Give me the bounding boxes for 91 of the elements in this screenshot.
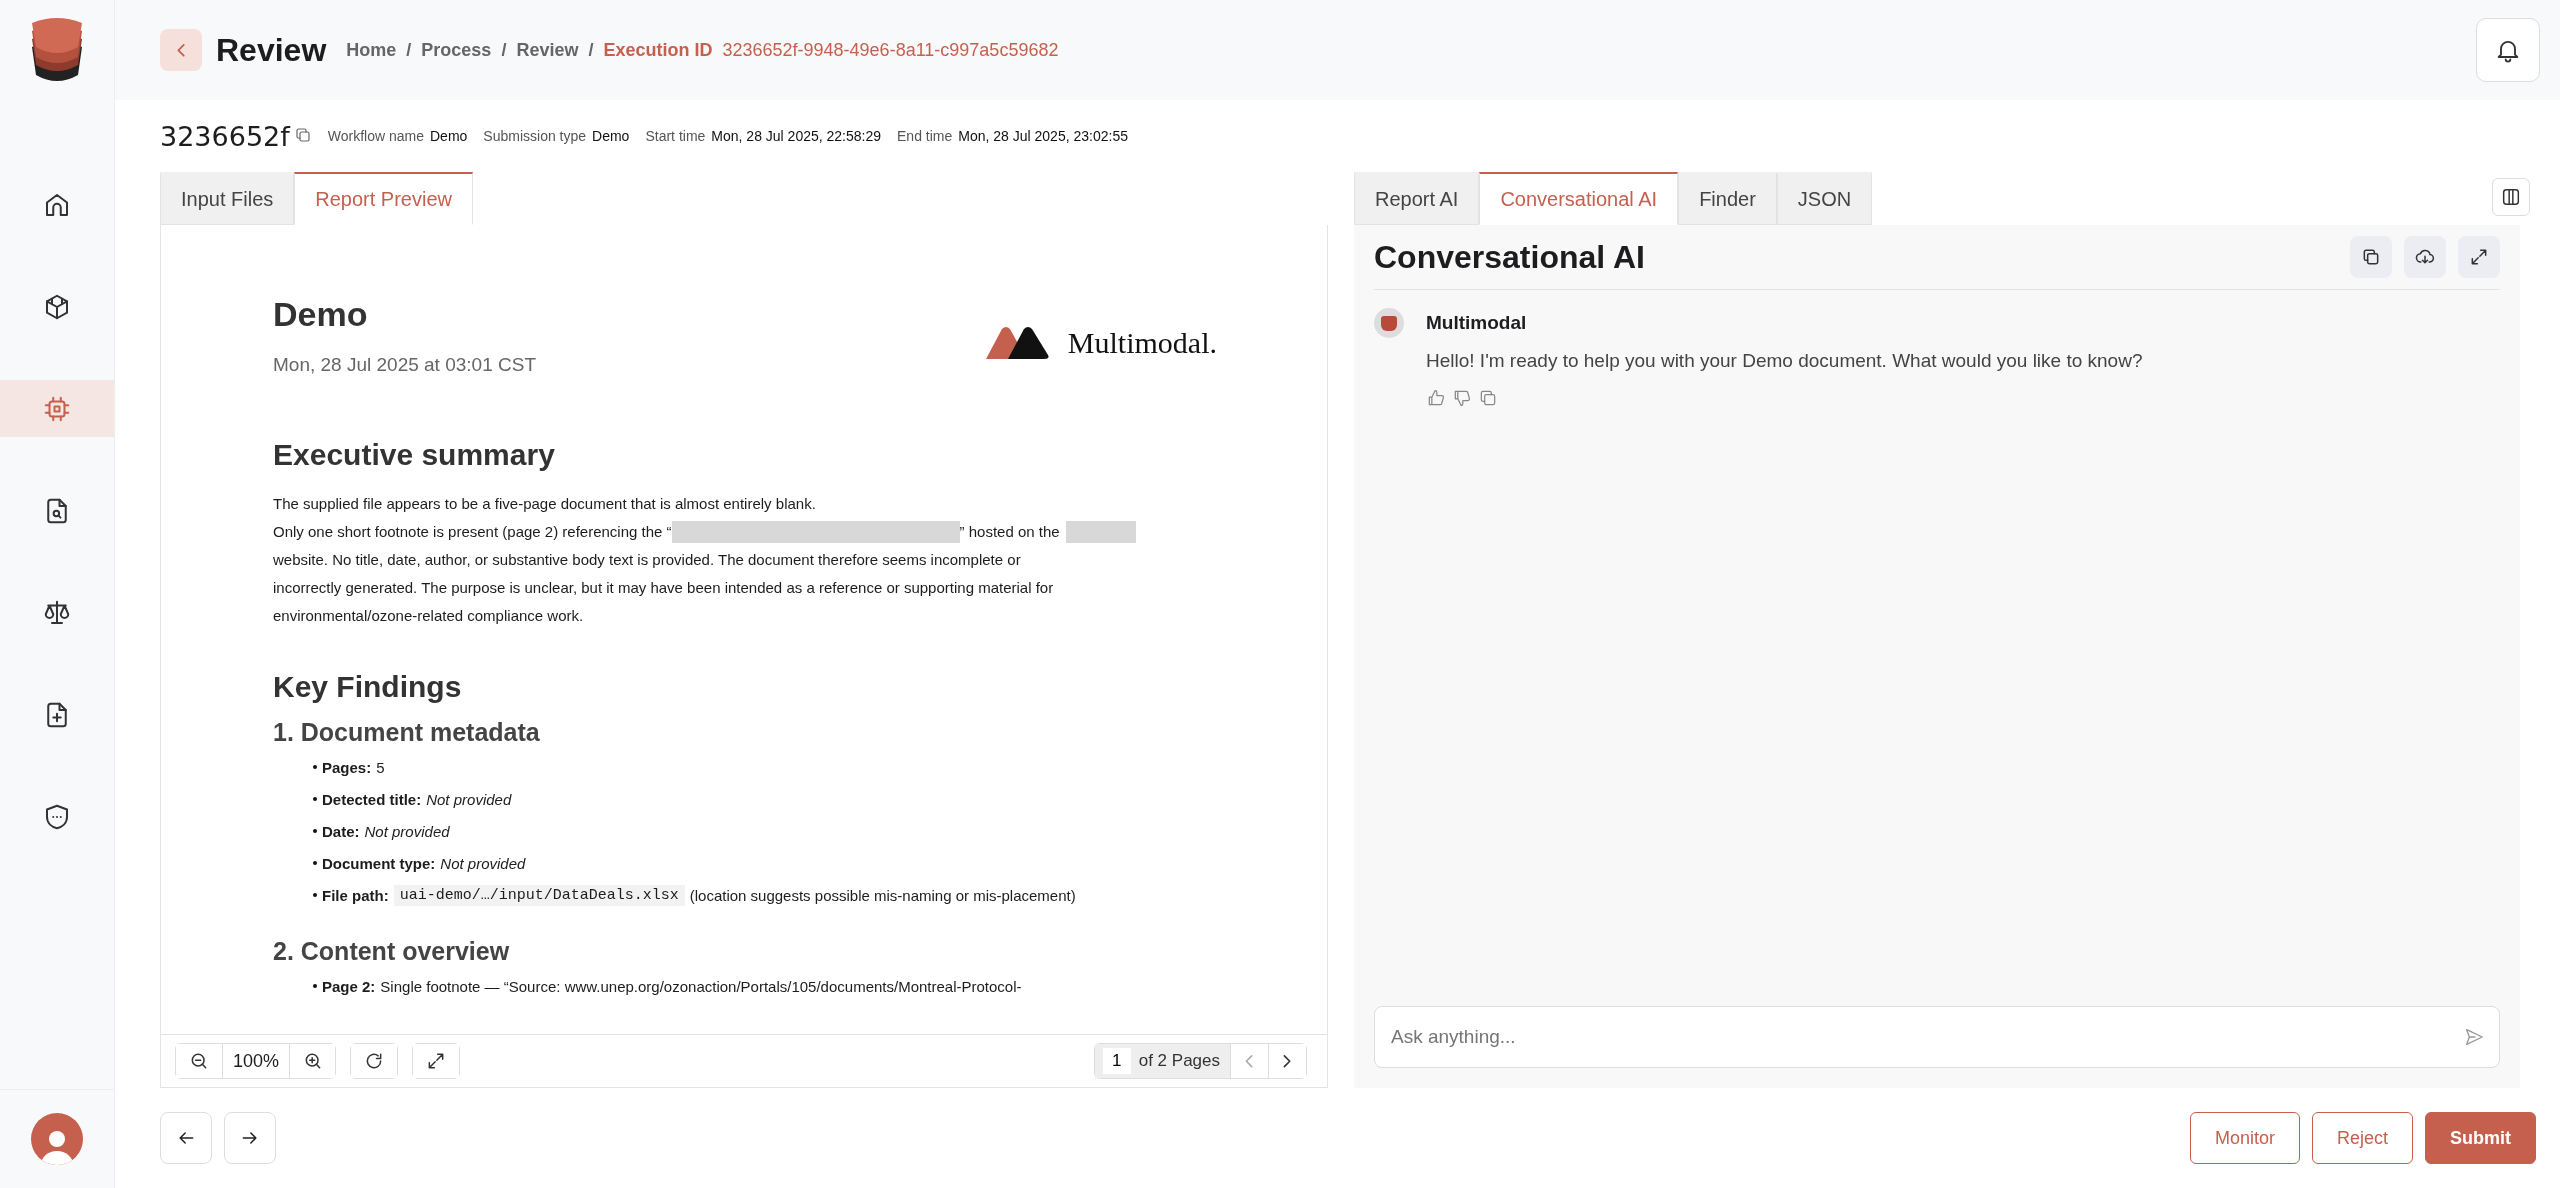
- paragraph-text: website. No title, date, author, or substantive body text is provided. The document therefore seems incomplete or: [273, 550, 1021, 570]
- bullet-dot: [313, 984, 317, 988]
- bullet-dot: [313, 797, 317, 801]
- paragraph-text: The supplied file appears to be a five-page document that is almost entirely blank.: [273, 494, 816, 514]
- field-value: Not provided: [426, 790, 512, 808]
- redaction-block: [1065, 521, 1136, 543]
- chat-input[interactable]: Ask anything...: [1389, 1025, 2463, 1049]
- meta-label: Start time: [645, 128, 706, 144]
- field-value: Not provided: [364, 822, 450, 840]
- page-number-field[interactable]: 1: [1102, 1048, 1131, 1074]
- breadcrumb-label: Execution ID: [603, 39, 713, 61]
- send-button[interactable]: [2463, 1026, 2485, 1048]
- field-value: 5: [376, 758, 385, 776]
- breadcrumb-separator: /: [501, 39, 507, 61]
- paragraph-text: Only one short footnote is present (page 2) referencing the “: [273, 522, 672, 542]
- columns-button[interactable]: [2492, 178, 2530, 216]
- meta-value: Demo: [592, 128, 630, 144]
- meta-label: End time: [897, 128, 953, 144]
- rotate-button[interactable]: [351, 1044, 398, 1078]
- zoom-out-icon: [189, 1051, 209, 1071]
- copy-icon: [293, 125, 312, 144]
- meta-value: Mon, 28 Jul 2025, 22:58:29: [711, 128, 881, 144]
- chevron-left-icon: [176, 43, 186, 57]
- logo-text: Multimodal.: [1067, 326, 1217, 360]
- thumbs-up-icon: [1426, 388, 1446, 408]
- action-button[interactable]: Submit: [2425, 1112, 2536, 1164]
- field-label: Document type:: [322, 854, 436, 872]
- field-value: Not provided: [440, 854, 526, 872]
- subsection-heading: 1. Document metadata: [273, 718, 541, 747]
- bullet-dot: [313, 765, 317, 769]
- document-title: Demo: [273, 295, 369, 334]
- paragraph-text: incorrectly generated. The purpose is unclear, but it may have been intended as a reference or supporting material for: [273, 578, 1054, 598]
- paragraph-text: ” hosted on the: [959, 522, 1060, 542]
- next-page-button[interactable]: [1268, 1044, 1306, 1078]
- field-label: Date:: [322, 822, 360, 840]
- breadcrumb-link[interactable]: Home: [346, 39, 397, 61]
- expand-button[interactable]: [2458, 236, 2500, 278]
- meta-label: Submission type: [483, 128, 587, 144]
- fullscreen-button[interactable]: [413, 1044, 460, 1078]
- copy-icon: [2361, 247, 2381, 267]
- field-label: Pages:: [322, 758, 372, 776]
- message-text: Hello! I'm ready to help you with your Demo document. What would you like to know?: [1426, 350, 2144, 372]
- copy-icon: [1478, 388, 1498, 408]
- page-count: of 2 Pages: [1138, 1051, 1220, 1071]
- execution-id: 3236652f: [160, 120, 290, 152]
- document-date: Mon, 28 Jul 2025 at 03:01 CST: [273, 354, 536, 376]
- chevron-left-icon: [1245, 1054, 1254, 1068]
- expand-icon: [2469, 247, 2489, 267]
- field-label: Detected title:: [322, 790, 422, 808]
- tab[interactable]: Conversational AI: [1479, 172, 1679, 225]
- notifications-button[interactable]: [2476, 18, 2540, 82]
- file-path-code: uai-demo/…/input/DataDeals.xlsx: [393, 884, 685, 906]
- user-avatar[interactable]: [31, 1113, 83, 1165]
- bullet-dot: [313, 829, 317, 833]
- download-button[interactable]: [2404, 236, 2446, 278]
- field-value: (location suggests possible mis-naming or mis-placement): [689, 886, 1076, 904]
- breadcrumb-link[interactable]: Process: [421, 39, 492, 61]
- field-label: Page 2:: [322, 977, 376, 995]
- section-heading: Executive summary: [273, 438, 556, 472]
- bot-avatar: [1374, 308, 1404, 338]
- input-bar[interactable]: Ask anything...: [1374, 1006, 2500, 1068]
- bullet-dot: [313, 861, 317, 865]
- panel-title: Conversational AI: [1374, 238, 1645, 276]
- meta-value: Demo: [430, 128, 468, 144]
- meta-value: Mon, 28 Jul 2025, 23:02:55: [958, 128, 1128, 144]
- thumbs-down-icon: [1452, 388, 1472, 408]
- breadcrumb-separator: /: [588, 39, 594, 61]
- paragraph-text: environmental/ozone-related compliance work.: [273, 606, 584, 626]
- breadcrumb-link[interactable]: 3236652f-9948-49e6-8a11-c997a5c59682: [722, 39, 1059, 61]
- page-title: Review: [216, 31, 327, 69]
- chevron-right-icon: [1283, 1054, 1292, 1068]
- tab[interactable]: Finder: [1678, 172, 1777, 225]
- zoom-in-button[interactable]: [289, 1044, 336, 1078]
- tab[interactable]: Input Files: [160, 172, 295, 225]
- copy-button[interactable]: [2350, 236, 2392, 278]
- breadcrumb-link[interactable]: Review: [516, 39, 579, 61]
- meta-label: Workflow name: [327, 128, 424, 144]
- tab[interactable]: JSON: [1776, 172, 1873, 225]
- message-sender: Multimodal: [1426, 312, 1528, 334]
- breadcrumb-separator: /: [406, 39, 412, 61]
- bullet-dot: [313, 893, 317, 897]
- columns-icon: [2500, 186, 2522, 208]
- section-heading: Key Findings: [273, 670, 463, 704]
- field-value: Single footnote — “Source: www.unep.org/ozonaction/Portals/105/documents/Montreal-Protocol-: [380, 977, 1022, 995]
- tab[interactable]: Report AI: [1354, 172, 1480, 225]
- action-button[interactable]: Monitor: [2189, 1112, 2300, 1164]
- action-button[interactable]: Reject: [2311, 1112, 2413, 1164]
- field-label: File path:: [322, 886, 389, 904]
- tab[interactable]: Report Preview: [294, 172, 473, 225]
- subsection-heading: 2. Content overview: [273, 937, 511, 966]
- send-icon: [2463, 1026, 2485, 1048]
